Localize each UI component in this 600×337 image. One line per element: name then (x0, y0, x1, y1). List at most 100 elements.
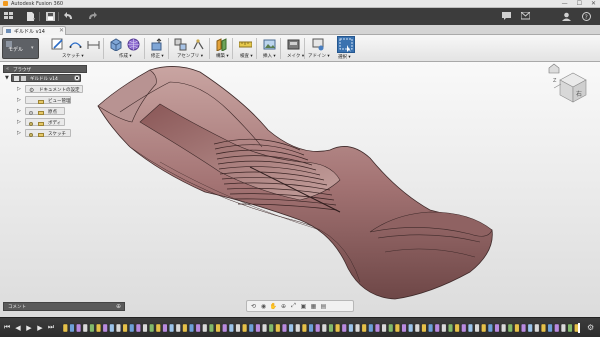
timeline-end-button[interactable]: ⏭ (47, 323, 55, 332)
select-tool-button[interactable] (337, 36, 355, 53)
help-icon[interactable]: ? (581, 11, 592, 21)
job-status-icon[interactable] (501, 11, 512, 21)
timeline-feature-icon[interactable] (76, 323, 82, 333)
timeline-feature-icon[interactable] (129, 323, 135, 333)
timeline-feature-icon[interactable] (414, 323, 420, 333)
close-tab-icon[interactable]: ✕ (59, 27, 64, 34)
visibility-icon[interactable] (14, 76, 19, 81)
timeline-feature-icon[interactable] (494, 323, 500, 333)
ribbon-group-make[interactable]: メイク ▾ (287, 53, 304, 59)
orbit-icon[interactable]: ⟲ (250, 303, 257, 310)
expand-triangle-icon[interactable]: ▷ (17, 108, 21, 114)
timeline-feature-icon[interactable] (335, 323, 341, 333)
timeline-feature-icon[interactable] (388, 323, 394, 333)
timeline-feature-icon[interactable] (408, 323, 414, 333)
timeline-marker[interactable] (578, 323, 580, 333)
sketches-node[interactable]: スケッチ (25, 129, 71, 137)
insert-image-icon[interactable] (262, 37, 276, 51)
ribbon-group-modify[interactable]: 修正 ▾ (151, 53, 164, 59)
scripts-addins-icon[interactable] (311, 37, 325, 51)
timeline-feature-icon[interactable] (547, 323, 553, 333)
named-views-node[interactable]: ビュー管理 (25, 96, 71, 104)
expand-triangle-icon[interactable]: ▷ (17, 97, 21, 103)
grid-icon[interactable]: ▦ (310, 303, 317, 310)
timeline-feature-icon[interactable] (69, 323, 75, 333)
timeline-start-button[interactable]: ⏮ (3, 323, 11, 332)
browser-item[interactable]: ▷ ボディ (3, 117, 87, 128)
activate-radio-icon[interactable] (74, 75, 80, 81)
press-pull-icon[interactable] (150, 37, 164, 51)
timeline-feature-icon[interactable] (554, 323, 560, 333)
account-icon[interactable] (561, 11, 572, 21)
fit-icon[interactable]: ⤢ (290, 302, 297, 310)
timeline-feature-icon[interactable] (401, 323, 407, 333)
timeline-feature-icon[interactable] (262, 323, 268, 333)
timeline-feature-icon[interactable] (115, 323, 121, 333)
viewcube-cube-icon[interactable] (559, 72, 587, 103)
timeline-feature-icon[interactable] (321, 323, 327, 333)
timeline-feature-icon[interactable] (102, 323, 108, 333)
timeline-forward-button[interactable]: ▶ (36, 323, 44, 332)
origin-node[interactable]: 原点 (25, 107, 65, 115)
document-tab[interactable]: ギルドル v14 ✕ (2, 26, 66, 35)
offset-plane-icon[interactable] (214, 37, 228, 51)
3d-print-icon[interactable] (286, 37, 300, 51)
timeline-feature-icon[interactable] (527, 323, 533, 333)
timeline-feature-icon[interactable] (155, 323, 161, 333)
timeline-feature-icon[interactable] (288, 323, 294, 333)
timeline-feature-icon[interactable] (521, 323, 527, 333)
timeline-feature-icon[interactable] (242, 323, 248, 333)
expand-triangle-icon[interactable]: ▷ (17, 86, 21, 92)
timeline-feature-icon[interactable] (447, 323, 454, 333)
data-panel-icon[interactable] (3, 11, 14, 21)
timeline-feature-icon[interactable] (222, 323, 228, 333)
browser-item[interactable]: ▷ 原点 (3, 106, 87, 117)
3d-model-render[interactable] (0, 62, 600, 317)
timeline-feature-icon[interactable] (135, 323, 141, 333)
timeline-settings-icon[interactable]: ⚙ (587, 323, 594, 332)
browser-root-row[interactable]: ▼ ギルドル v14 (3, 73, 87, 84)
timeline-feature-icon[interactable] (188, 323, 195, 333)
workspace-switcher[interactable]: モデル ▾ (2, 38, 39, 59)
measure-icon[interactable] (238, 37, 252, 51)
timeline-feature-icon[interactable] (501, 323, 507, 333)
timeline-feature-icon[interactable] (235, 323, 241, 333)
ribbon-group-create[interactable]: 作成 ▾ (119, 53, 132, 59)
timeline-feature-icon[interactable] (295, 323, 301, 333)
lightbulb-on-icon[interactable] (29, 133, 33, 137)
joint-icon[interactable] (191, 37, 205, 51)
collapse-chevron-icon[interactable]: « (6, 66, 9, 72)
timeline-feature-icon[interactable] (62, 323, 68, 333)
redo-icon[interactable] (86, 11, 97, 21)
close-window-button[interactable]: ✕ (591, 0, 596, 7)
new-component-icon[interactable] (173, 37, 187, 51)
timeline-feature-icon[interactable] (328, 323, 334, 333)
timeline-feature-icon[interactable] (315, 323, 321, 333)
document-settings-node[interactable]: ⚙ ドキュメントの設定 (25, 85, 83, 94)
timeline-feature-icon[interactable] (474, 323, 480, 333)
timeline-feature-icon[interactable] (248, 323, 254, 333)
timeline-feature-icon[interactable] (195, 323, 201, 333)
notifications-icon[interactable] (520, 11, 531, 21)
timeline-feature-icon[interactable] (355, 323, 361, 333)
timeline-feature-icon[interactable] (175, 323, 181, 333)
timeline-feature-icon[interactable] (301, 323, 307, 333)
timeline-track[interactable] (62, 323, 582, 333)
ribbon-group-select[interactable]: 選択 ▾ (338, 54, 351, 60)
timeline-feature-icon[interactable] (394, 323, 400, 333)
bodies-node[interactable]: ボディ (25, 118, 65, 126)
sketch-arc-icon[interactable] (68, 37, 82, 51)
viewcube[interactable]: 右 Z (545, 62, 597, 112)
canvas-viewport[interactable]: « ブラウザ ▼ ギルドル v14 ▷ ⚙ ドキュメントの設定 ▷ ビュー管理 (0, 62, 600, 317)
lightbulb-on-icon[interactable] (29, 122, 33, 126)
timeline-feature-icon[interactable] (255, 323, 261, 333)
timeline-feature-icon[interactable] (275, 323, 281, 333)
timeline-feature-icon[interactable] (441, 323, 447, 333)
timeline-feature-icon[interactable] (454, 323, 460, 333)
ribbon-group-insert[interactable]: 挿入 ▾ (263, 53, 276, 59)
maximize-button[interactable]: ☐ (577, 0, 582, 7)
timeline-feature-icon[interactable] (89, 323, 95, 333)
root-component[interactable]: ギルドル v14 (11, 74, 81, 82)
zoom-icon[interactable]: ⊕ (280, 303, 287, 310)
timeline-feature-icon[interactable] (487, 323, 493, 333)
